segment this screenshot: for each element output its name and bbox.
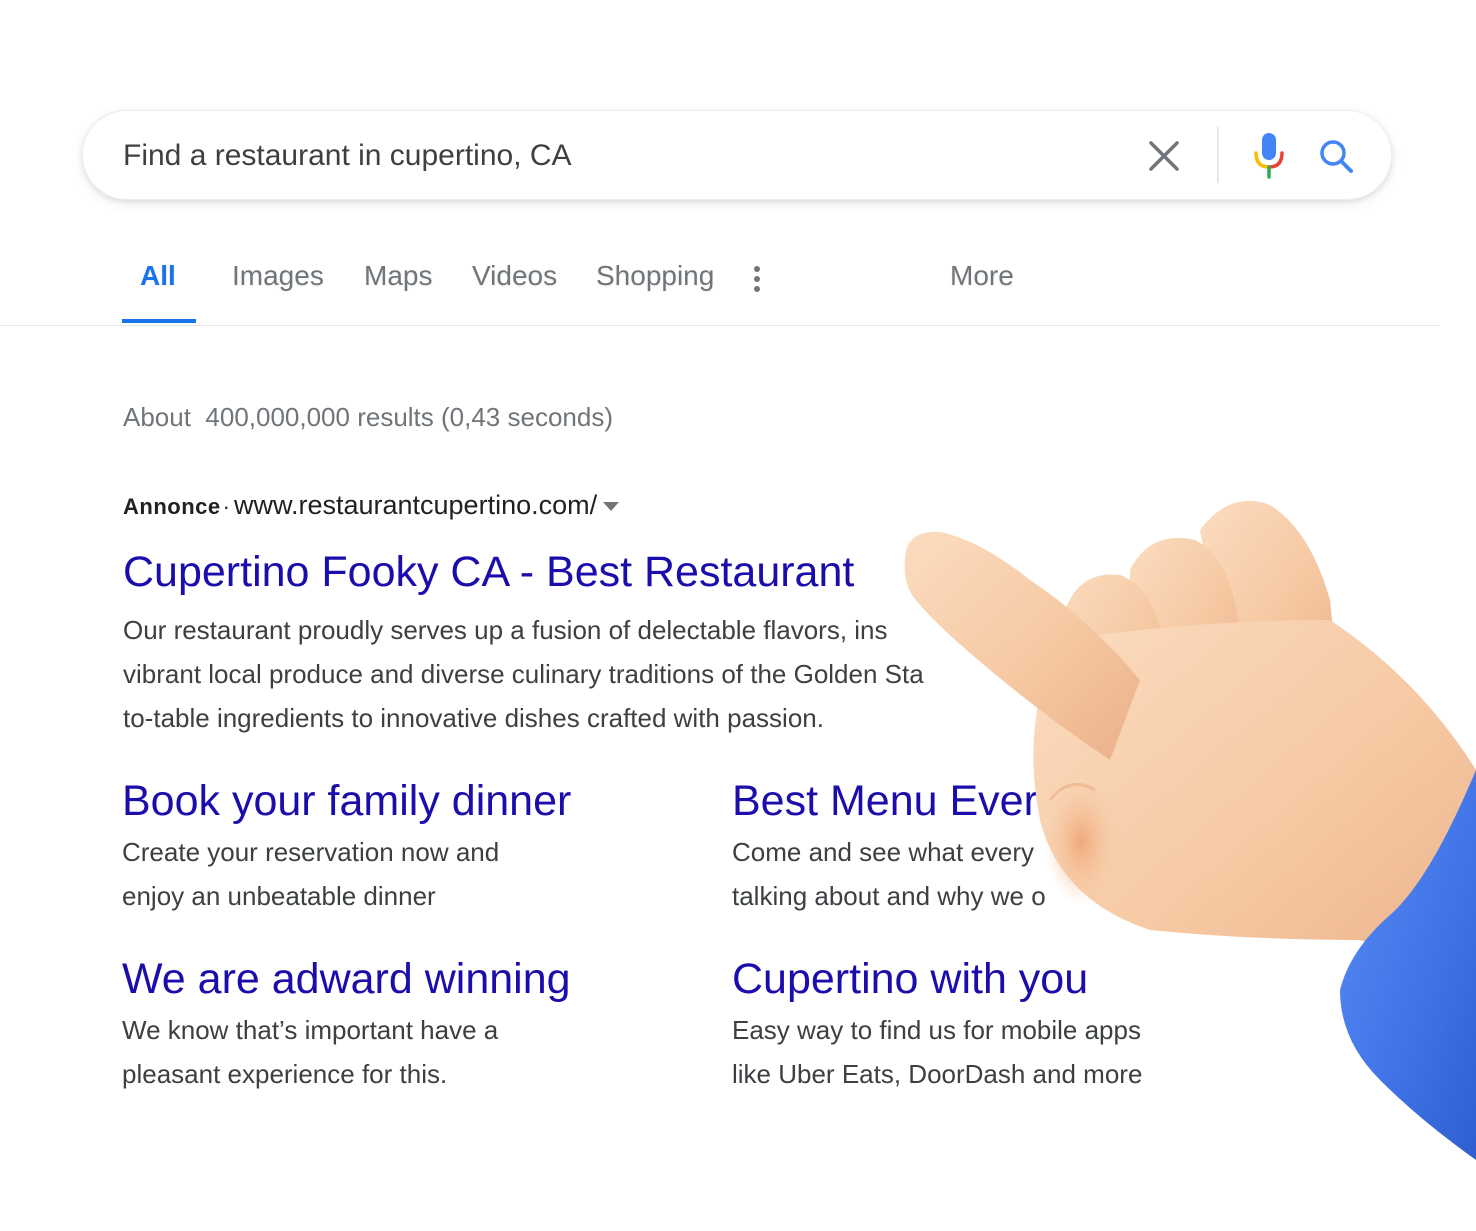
tab-more[interactable]: More [950, 260, 1014, 292]
ad-description: Our restaurant proudly serves up a fusio… [123, 608, 1123, 740]
sitelink-description-line: talking about and why we o [732, 881, 1046, 911]
sitelink-description-line: like Uber Eats, DoorDash and more [732, 1059, 1143, 1089]
ad-description-line: to-table ingredients to innovative dishe… [123, 703, 824, 733]
sitelink-description: Easy way to find us for mobile apps like… [732, 1008, 1292, 1096]
sitelink-description: Create your reservation now and enjoy an… [122, 830, 682, 918]
active-tab-indicator [122, 319, 196, 323]
search-input[interactable] [123, 133, 1103, 179]
dropdown-arrow-icon[interactable] [603, 502, 620, 512]
sitelink-title[interactable]: Cupertino with you [732, 952, 1292, 1006]
more-vert-icon[interactable] [750, 266, 764, 296]
sitelink-description: Come and see what every talking about an… [732, 830, 1292, 918]
sitelink-description-line: We know that’s important have a [122, 1015, 499, 1045]
ad-separator: · [222, 494, 230, 519]
sitelink-description-line: Easy way to find us for mobile apps [732, 1015, 1141, 1045]
search-bar [82, 110, 1392, 200]
ad-url-line: Annonce· www.restaurantcupertino.com/ [123, 490, 620, 521]
tab-videos[interactable]: Videos [472, 260, 557, 292]
sitelink-description-line: pleasant experience for this. [122, 1059, 448, 1089]
close-icon[interactable] [1143, 135, 1185, 177]
search-divider [1217, 127, 1219, 183]
sitelink-title[interactable]: Best Menu Ever [732, 774, 1292, 828]
sitelink: Book your family dinner Create your rese… [122, 774, 682, 918]
ad-title-link[interactable]: Cupertino Fooky CA - Best Restaurant [123, 548, 854, 597]
result-stats: About 400,000,000 results (0,43 seconds) [123, 402, 613, 432]
sitelink-description-line: Create your reservation now and [122, 837, 500, 867]
sitelink-description: We know that’s important have a pleasant… [122, 1008, 682, 1096]
sitelink-title[interactable]: We are adward winning [122, 952, 682, 1006]
tab-shopping[interactable]: Shopping [596, 260, 714, 292]
ad-description-line: Our restaurant proudly serves up a fusio… [123, 615, 888, 645]
sitelink-description-line: Come and see what every [732, 837, 1035, 867]
microphone-icon[interactable] [1249, 131, 1289, 181]
ad-url[interactable]: www.restaurantcupertino.com/ [234, 490, 597, 520]
ad-label: Annonce [123, 494, 221, 519]
search-tabs: All Images Maps Videos Shopping More [0, 240, 1440, 326]
search-results-page: All Images Maps Videos Shopping More Abo… [0, 0, 1476, 1231]
sitelink: We are adward winning We know that’s imp… [122, 952, 682, 1096]
tab-all[interactable]: All [140, 260, 176, 292]
ad-description-line: vibrant local produce and diverse culina… [123, 659, 924, 689]
sitelink: Cupertino with you Easy way to find us f… [732, 952, 1292, 1096]
search-icon[interactable] [1317, 137, 1357, 177]
tab-images[interactable]: Images [232, 260, 324, 292]
tab-maps[interactable]: Maps [364, 260, 432, 292]
sitelink-title[interactable]: Book your family dinner [122, 774, 682, 828]
sitelink-description-line: enjoy an unbeatable dinner [122, 881, 436, 911]
sitelink: Best Menu Ever Come and see what every t… [732, 774, 1292, 918]
